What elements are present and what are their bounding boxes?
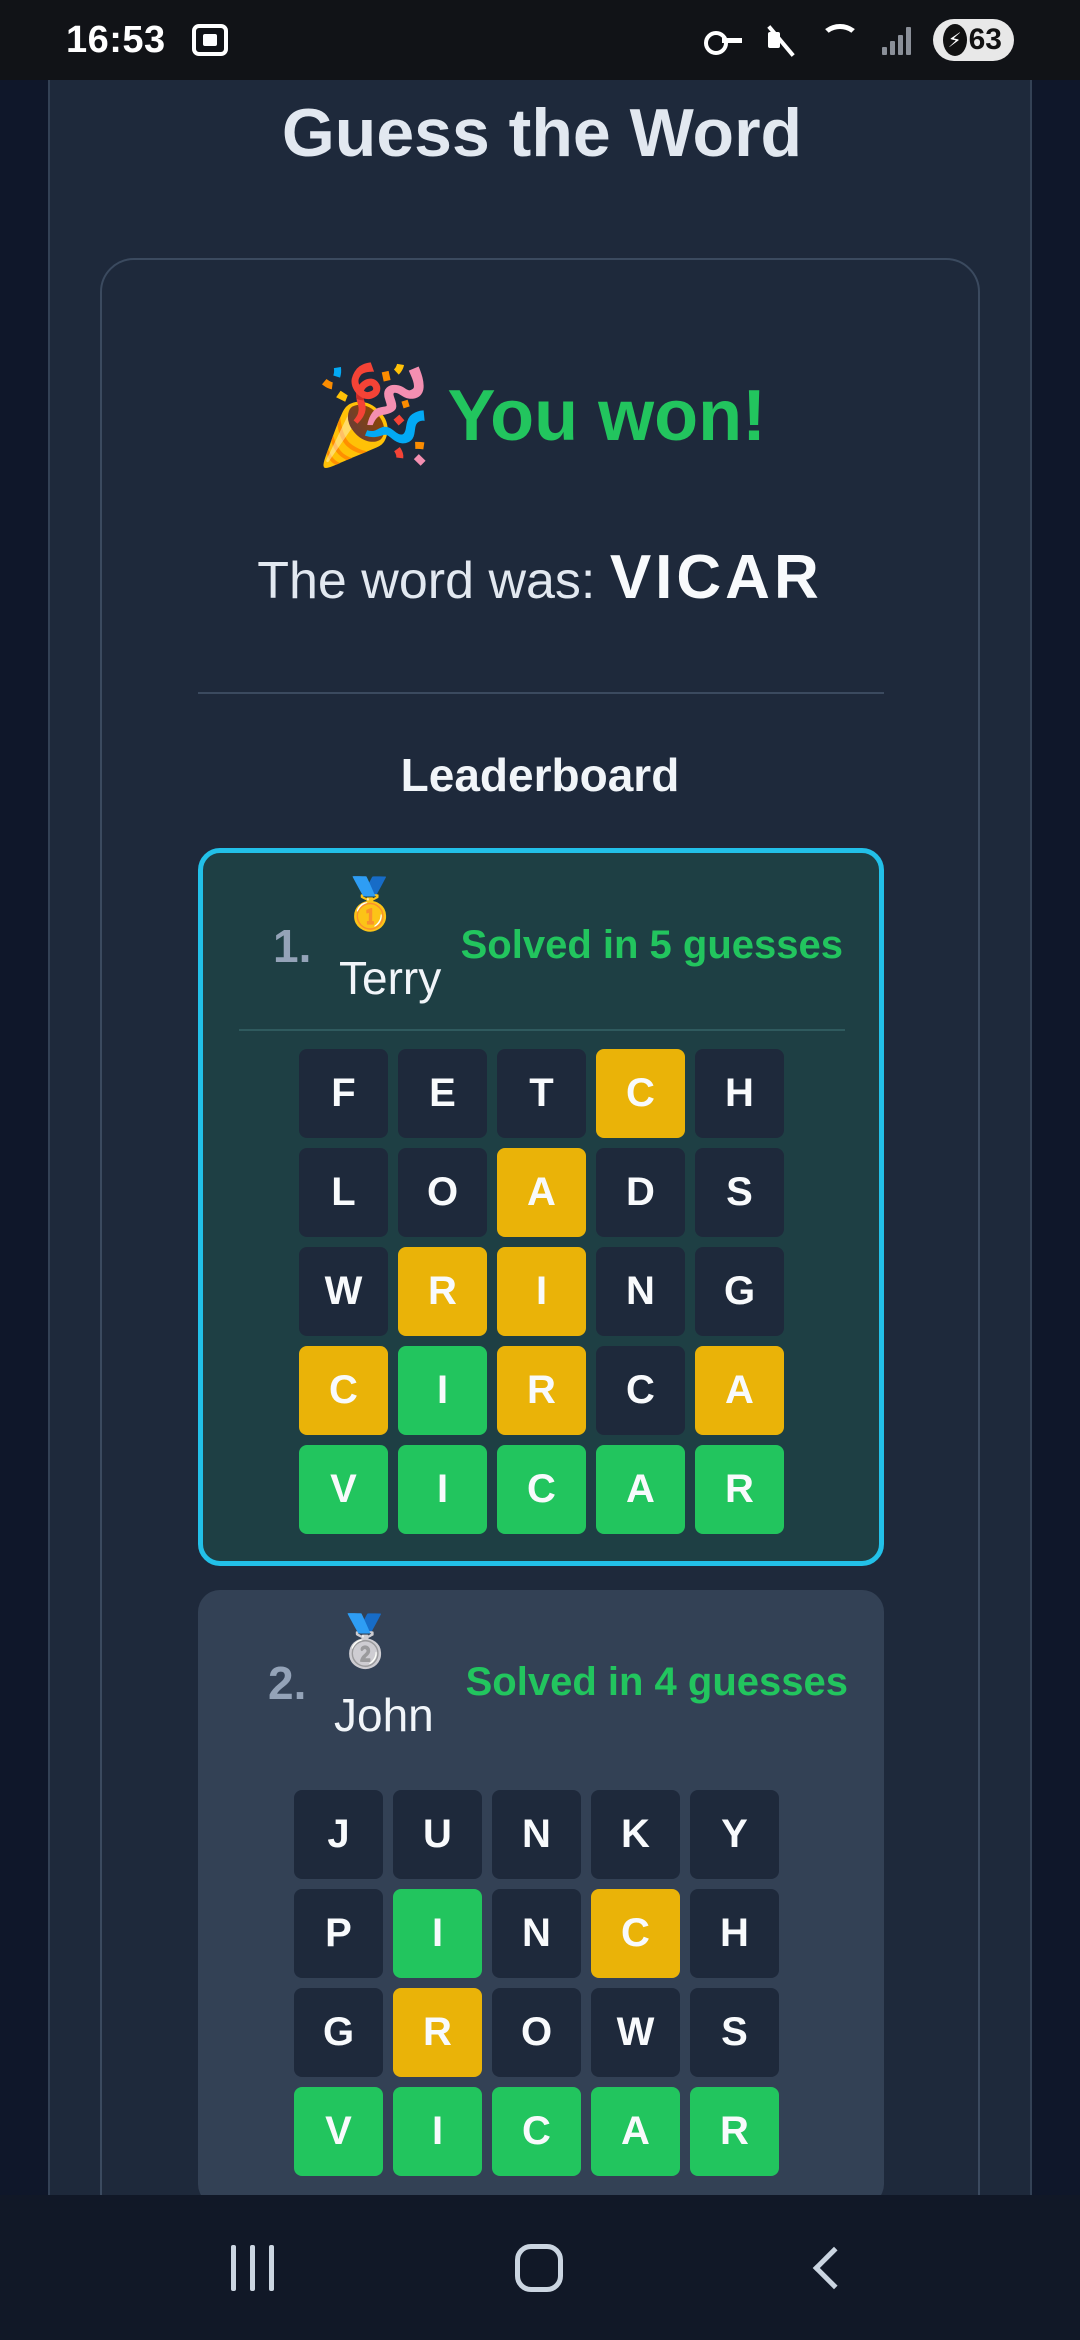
answer-prefix: The word was: [257, 552, 610, 610]
guess-grid: JUNKYPINCHGROWSVICAR [294, 1790, 779, 2176]
guess-row: JUNKY [294, 1790, 779, 1879]
letter-tile-correct: I [398, 1346, 487, 1435]
win-headline: You won! [447, 376, 767, 456]
win-banner: 🎉 You won! [102, 368, 978, 464]
guess-row: FETCH [299, 1049, 784, 1138]
letter-tile-correct: I [398, 1445, 487, 1534]
status-time: 16:53 [66, 18, 166, 61]
letter-tile-absent: O [398, 1148, 487, 1237]
guess-row: CIRCA [299, 1346, 784, 1435]
solved-status: Solved in 5 guesses [460, 923, 843, 967]
leaderboard-entry[interactable]: 1. 🥇 Terry Solved in 5 guesses FETCHLOAD… [198, 848, 884, 1566]
letter-tile-absent: D [596, 1148, 685, 1237]
letter-tile-correct: C [492, 2087, 581, 2176]
letter-tile-absent: K [591, 1790, 680, 1879]
back-icon[interactable] [812, 2246, 856, 2289]
letter-tile-absent: G [294, 1988, 383, 2077]
leaderboard-title: Leaderboard [400, 749, 680, 801]
letter-tile-absent: S [695, 1148, 784, 1237]
page-title: Guess the Word [281, 95, 803, 171]
app-panel: Guess the Word 🎉 You won! The word was: … [48, 80, 1032, 2258]
mute-icon [764, 24, 798, 56]
letter-tile-correct: R [690, 2087, 779, 2176]
entry-divider [239, 1029, 845, 1031]
vpn-key-icon [703, 30, 742, 55]
guess-row: LOADS [299, 1148, 784, 1237]
letter-tile-present: R [398, 1247, 487, 1336]
screenshot-icon [191, 24, 228, 56]
letter-tile-correct: C [497, 1445, 586, 1534]
letter-tile-absent: G [695, 1247, 784, 1336]
guess-row: PINCH [294, 1889, 779, 1978]
letter-tile-absent: H [695, 1049, 784, 1138]
letter-tile-present: R [393, 1988, 482, 2077]
solved-status: Solved in 4 guesses [465, 1660, 848, 1704]
guess-row: VICAR [299, 1445, 784, 1534]
letter-tile-present: A [695, 1346, 784, 1435]
letter-tile-absent: L [299, 1148, 388, 1237]
letter-tile-absent: J [294, 1790, 383, 1879]
letter-tile-correct: A [591, 2087, 680, 2176]
letter-tile-absent: Y [690, 1790, 779, 1879]
letter-tile-absent: W [591, 1988, 680, 2077]
letter-tile-absent: F [299, 1049, 388, 1138]
letter-tile-present: A [497, 1148, 586, 1237]
wifi-icon [819, 24, 860, 56]
battery-level: 63 [968, 23, 1002, 56]
letter-tile-absent: W [299, 1247, 388, 1336]
result-card: 🎉 You won! The word was: VICAR Leaderboa… [100, 258, 980, 2258]
letter-tile-absent: U [393, 1790, 482, 1879]
letter-tile-present: I [497, 1247, 586, 1336]
navigation-bar [0, 2195, 1080, 2340]
entry-rank: 2. [268, 1657, 307, 1709]
guess-row: GROWS [294, 1988, 779, 2077]
guess-grid: FETCHLOADSWRINGCIRCAVICAR [299, 1049, 784, 1534]
party-popper-icon: 🎉 [313, 362, 434, 469]
letter-tile-correct: V [294, 2087, 383, 2176]
divider [198, 692, 884, 694]
status-bar: 16:53 ⚡ 63 [0, 0, 1080, 80]
signal-icon [881, 25, 911, 55]
guess-row: VICAR [294, 2087, 779, 2176]
answer-word: VICAR [609, 543, 823, 612]
letter-tile-correct: R [695, 1445, 784, 1534]
letter-tile-absent: T [497, 1049, 586, 1138]
letter-tile-absent: N [492, 1790, 581, 1879]
letter-tile-absent: N [596, 1247, 685, 1336]
letter-tile-correct: V [299, 1445, 388, 1534]
letter-tile-absent: P [294, 1889, 383, 1978]
letter-tile-absent: C [596, 1346, 685, 1435]
letter-tile-absent: O [492, 1988, 581, 2077]
letter-tile-correct: A [596, 1445, 685, 1534]
letter-tile-absent: E [398, 1049, 487, 1138]
letter-tile-correct: I [393, 1889, 482, 1978]
letter-tile-present: R [497, 1346, 586, 1435]
entry-rank: 1. [273, 920, 312, 972]
letter-tile-present: C [591, 1889, 680, 1978]
player-name: John [334, 1689, 434, 1741]
letter-tile-present: C [596, 1049, 685, 1138]
home-icon[interactable] [515, 2243, 564, 2292]
gold-medal-icon: 🥇 [339, 876, 402, 932]
player-name: Terry [339, 952, 442, 1004]
letter-tile-absent: H [690, 1889, 779, 1978]
app-background: Guess the Word 🎉 You won! The word was: … [0, 80, 1080, 2258]
guess-row: WRING [299, 1247, 784, 1336]
leaderboard-entry[interactable]: 2. 🥈 John Solved in 4 guesses JUNKYPINCH… [198, 1590, 884, 2206]
recent-apps-icon[interactable] [230, 2244, 274, 2291]
letter-tile-absent: S [690, 1988, 779, 2077]
battery-indicator: ⚡ 63 [932, 19, 1014, 61]
letter-tile-absent: N [492, 1889, 581, 1978]
letter-tile-present: C [299, 1346, 388, 1435]
silver-medal-icon: 🥈 [334, 1613, 397, 1669]
battery-charging-icon: ⚡ [942, 24, 967, 56]
letter-tile-correct: I [393, 2087, 482, 2176]
answer-line: The word was: VICAR [102, 542, 978, 613]
status-icons: ⚡ 63 [703, 19, 1014, 61]
